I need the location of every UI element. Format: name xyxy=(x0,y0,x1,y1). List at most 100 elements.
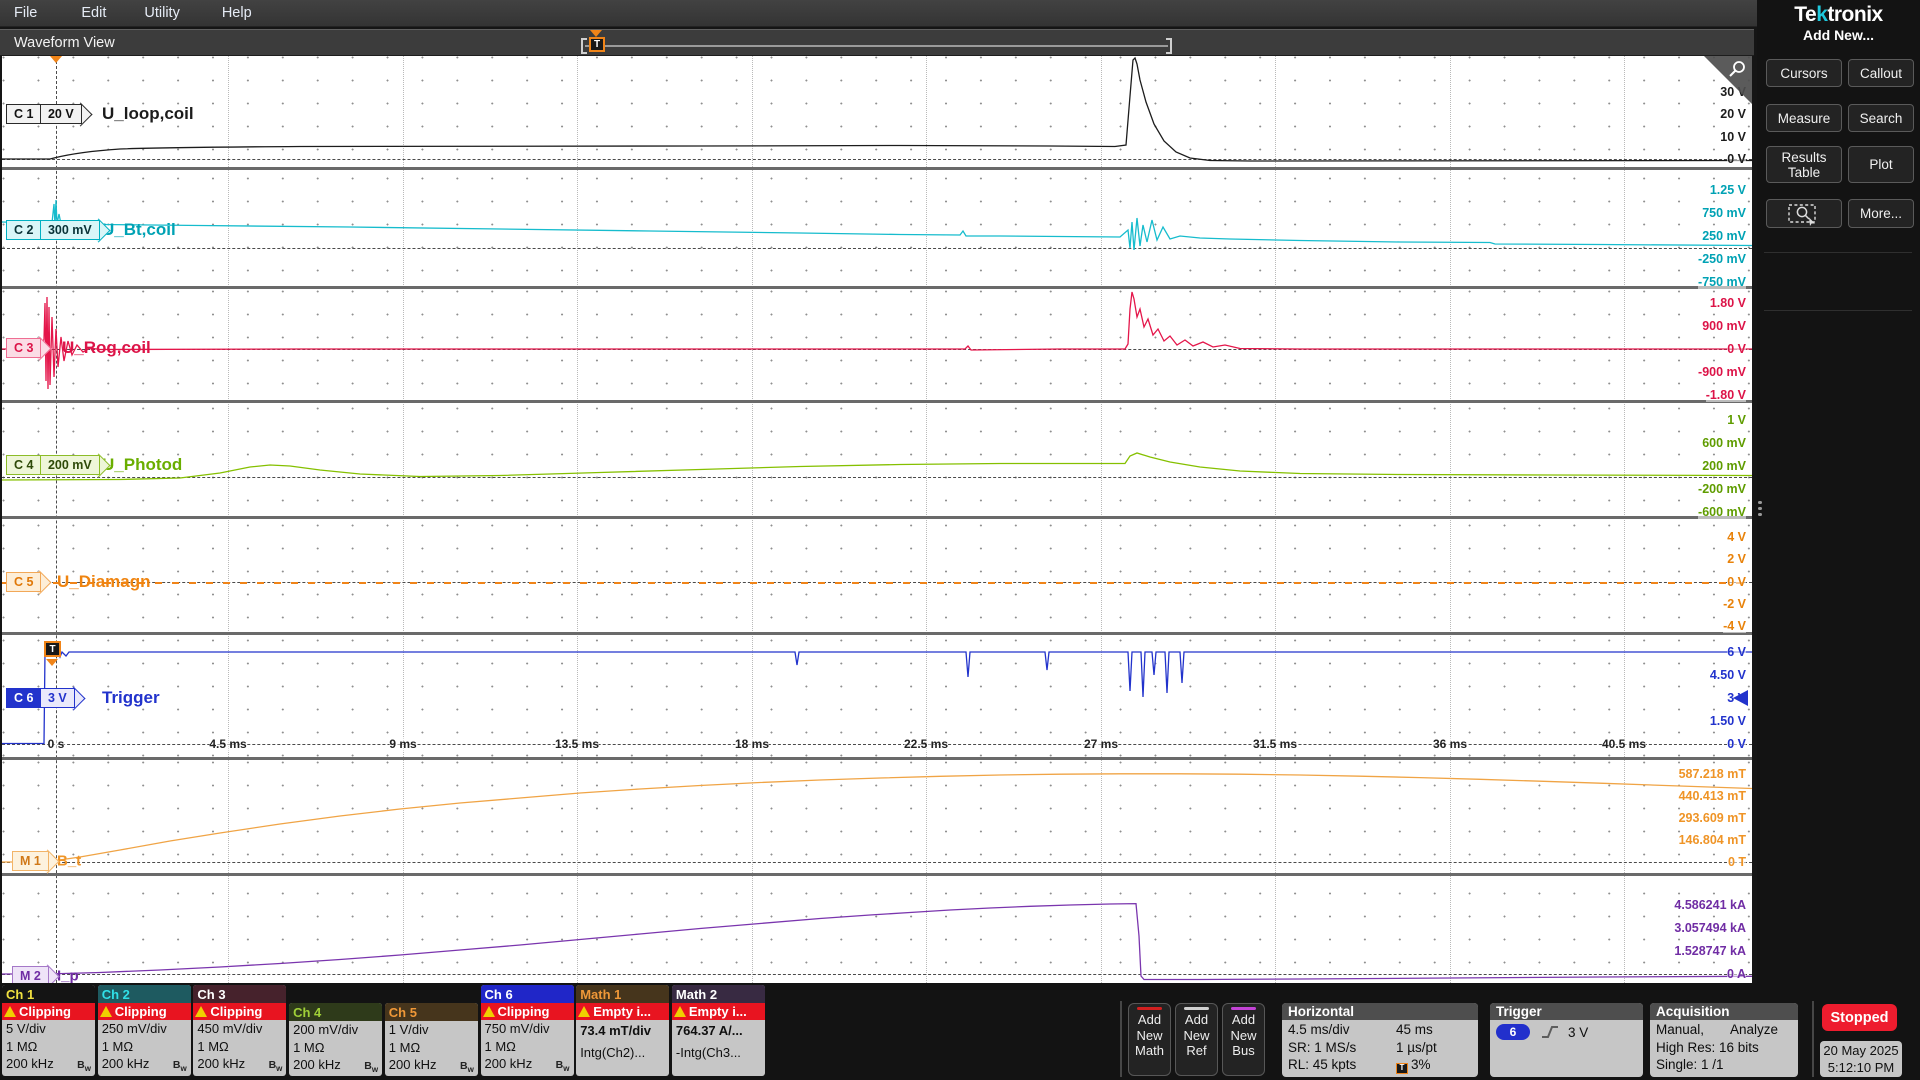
run-stop-status-button[interactable]: Stopped xyxy=(1822,1004,1897,1031)
magnifier-icon xyxy=(1727,59,1749,81)
scale-label-c5: 4 V xyxy=(1727,530,1746,544)
status-badge-ch-3[interactable]: Ch 3Clipping450 mV/div1 MΩ200 kHzBw xyxy=(193,985,286,1076)
status-badge-ch-5[interactable]: Ch 51 V/div1 MΩ200 kHzBw xyxy=(385,1003,478,1076)
status-badge-row: 200 kHzBw xyxy=(2,1055,95,1076)
channel-badge-scale: 3 V xyxy=(40,688,75,708)
status-badge-ch-1[interactable]: Ch 1Clipping5 V/div1 MΩ200 kHzBw xyxy=(2,985,95,1076)
warning-icon xyxy=(100,1006,112,1017)
record-view-bar[interactable] xyxy=(585,45,1168,47)
scale-label-m2: 0 A xyxy=(1727,967,1746,981)
scale-label-c4: 600 mV xyxy=(1702,436,1746,450)
time-text: 5:12:10 PM xyxy=(1820,1059,1902,1076)
channel-badge-c5[interactable]: C 5 xyxy=(6,572,48,592)
scale-label-c3: -900 mV xyxy=(1698,365,1746,379)
scale-label-c2: 1.25 V xyxy=(1710,183,1746,197)
waveform-grid: 30 V20 V10 V0 VC 120 VU_loop,coil1.25 V7… xyxy=(2,56,1752,983)
menu-file[interactable]: File xyxy=(14,5,37,21)
scale-label-c3: -1.80 V xyxy=(1706,388,1746,402)
channel-badge-m2[interactable]: M 2 xyxy=(12,966,56,983)
scale-label-c1: 0 V xyxy=(1727,152,1746,166)
menu-edit[interactable]: Edit xyxy=(81,5,106,21)
warning-icon xyxy=(674,1006,686,1017)
channel-badge-c3[interactable]: C 3 xyxy=(6,338,48,358)
scale-label-m1: 293.609 mT xyxy=(1679,811,1746,825)
cursors-button[interactable]: Cursors xyxy=(1766,59,1842,87)
waveform-trace-m2 xyxy=(2,876,1752,982)
channel-label-m1[interactable]: B_t xyxy=(57,853,81,870)
channel-label-c4[interactable]: U_Photod xyxy=(102,455,182,475)
time-axis-label: 13.5 ms xyxy=(555,737,599,751)
horizontal-panel[interactable]: Horizontal 4.5 ms/div45 ms SR: 1 MS/s1 µ… xyxy=(1282,1003,1478,1077)
channel-badge-id: C 5 xyxy=(6,572,41,592)
panel-drag-handle[interactable] xyxy=(1758,498,1762,519)
channel-badge-c6[interactable]: C 63 V xyxy=(6,688,82,708)
channel-label-c3[interactable]: U_Rog,coil xyxy=(62,338,151,358)
trigger-indicator-marker[interactable]: T xyxy=(44,641,61,657)
channel-label-m2[interactable]: I_p xyxy=(57,968,79,984)
channel-slice-c4: 1 V600 mV200 mV-200 mV-600 mVC 4200 mVU_… xyxy=(2,403,1752,516)
acquisition-panel[interactable]: Acquisition Manual,Analyze High Res: 16 … xyxy=(1650,1003,1798,1077)
zoom-select-icon xyxy=(1785,202,1823,226)
channel-badge-c1[interactable]: C 120 V xyxy=(6,104,89,124)
channel-label-c5[interactable]: U_Diamagn xyxy=(57,572,151,592)
channel-badge-c2[interactable]: C 2300 mV xyxy=(6,220,107,240)
trigger-level-arrow[interactable] xyxy=(1733,690,1748,706)
channel-badge-id: C 2 xyxy=(6,220,41,240)
time-axis-label: 31.5 ms xyxy=(1253,737,1297,751)
channel-slice-c5: 4 V2 V0 V-2 V-4 VC 5U_Diamagn xyxy=(2,519,1752,632)
status-badge-row: 764.37 A/... xyxy=(672,1020,765,1042)
acquisition-count: Single: 1 /1 xyxy=(1656,1056,1792,1074)
zoom-select-button[interactable] xyxy=(1766,199,1842,228)
status-badge-row: 1 MΩ xyxy=(98,1038,191,1056)
scale-label-c4: 1 V xyxy=(1727,413,1746,427)
scale-label-m2: 4.586241 kA xyxy=(1674,898,1746,912)
add-new-bus-button[interactable]: AddNewBus xyxy=(1222,1003,1265,1076)
add-new-math-button[interactable]: AddNewMath xyxy=(1128,1003,1171,1076)
plot-button[interactable]: Plot xyxy=(1848,146,1914,183)
bandwidth-badge: Bw xyxy=(556,1057,570,1076)
measure-button[interactable]: Measure xyxy=(1766,104,1842,132)
channel-badge-id: C 1 xyxy=(6,104,41,124)
channel-label-c2[interactable]: U_Bt,coil xyxy=(102,220,176,240)
channel-slice-c6: 6 V4.50 V3 V1.50 V0 VC 63 VTriggerT xyxy=(2,635,1752,757)
status-badge-title: Ch 4 xyxy=(289,1003,382,1021)
status-badge-row: 450 mV/div xyxy=(193,1020,286,1038)
status-badge-math-2[interactable]: Math 2Empty i...764.37 A/...-Intg(Ch3... xyxy=(672,985,765,1076)
warning-banner: Empty i... xyxy=(576,1003,669,1020)
record-trigger-marker[interactable]: T xyxy=(589,37,605,52)
add-new-heading: Add New... xyxy=(1757,27,1920,43)
channel-label-c6[interactable]: Trigger xyxy=(102,688,160,708)
status-badge-row: 200 kHzBw xyxy=(98,1055,191,1076)
channel-label-c1[interactable]: U_loop,coil xyxy=(102,104,194,124)
menu-utility[interactable]: Utility xyxy=(144,5,179,21)
trigger-panel[interactable]: Trigger 6 3 V xyxy=(1490,1003,1643,1077)
bandwidth-badge: Bw xyxy=(460,1058,474,1076)
status-badge-title: Ch 5 xyxy=(385,1003,478,1021)
add-new-ref-button[interactable]: AddNewRef xyxy=(1175,1003,1218,1076)
warning-icon xyxy=(195,1006,207,1017)
scale-label-c2: 750 mV xyxy=(1702,206,1746,220)
horizontal-scale: 4.5 ms/div xyxy=(1288,1021,1396,1039)
status-badge-ch-6[interactable]: Ch 6Clipping750 mV/div1 MΩ200 kHzBw xyxy=(481,985,574,1076)
record-trigger-position-icon xyxy=(590,30,602,37)
status-badge-row: 1 MΩ xyxy=(385,1039,478,1057)
callout-button[interactable]: Callout xyxy=(1848,59,1914,87)
scale-label-c1: 20 V xyxy=(1720,107,1746,121)
warning-icon xyxy=(483,1006,495,1017)
search-button[interactable]: Search xyxy=(1848,104,1914,132)
channel-badge-m1[interactable]: M 1 xyxy=(12,851,56,871)
channel-badge-c4[interactable]: C 4200 mV xyxy=(6,455,107,475)
more-button[interactable]: More... xyxy=(1848,199,1914,228)
results-table-button[interactable]: Results Table xyxy=(1766,146,1842,183)
scale-label-m2: 3.057494 kA xyxy=(1674,921,1746,935)
status-badge-math-1[interactable]: Math 1Empty i...73.4 mT/divIntg(Ch2)... xyxy=(576,985,669,1076)
scale-label-c5: 2 V xyxy=(1727,552,1746,566)
channel-badge-scale: 300 mV xyxy=(40,220,100,240)
waveform-view-title: Waveform View xyxy=(14,35,115,51)
status-badge-ch-2[interactable]: Ch 2Clipping250 mV/div1 MΩ200 kHzBw xyxy=(98,985,191,1076)
status-badge-ch-4[interactable]: Ch 4200 mV/div1 MΩ200 kHzBw xyxy=(289,1003,382,1076)
waveform-trace-c6 xyxy=(2,635,1752,757)
scale-label-c1: 10 V xyxy=(1720,130,1746,144)
menu-help[interactable]: Help xyxy=(222,5,252,21)
waveform-trace-c2 xyxy=(2,170,1752,286)
